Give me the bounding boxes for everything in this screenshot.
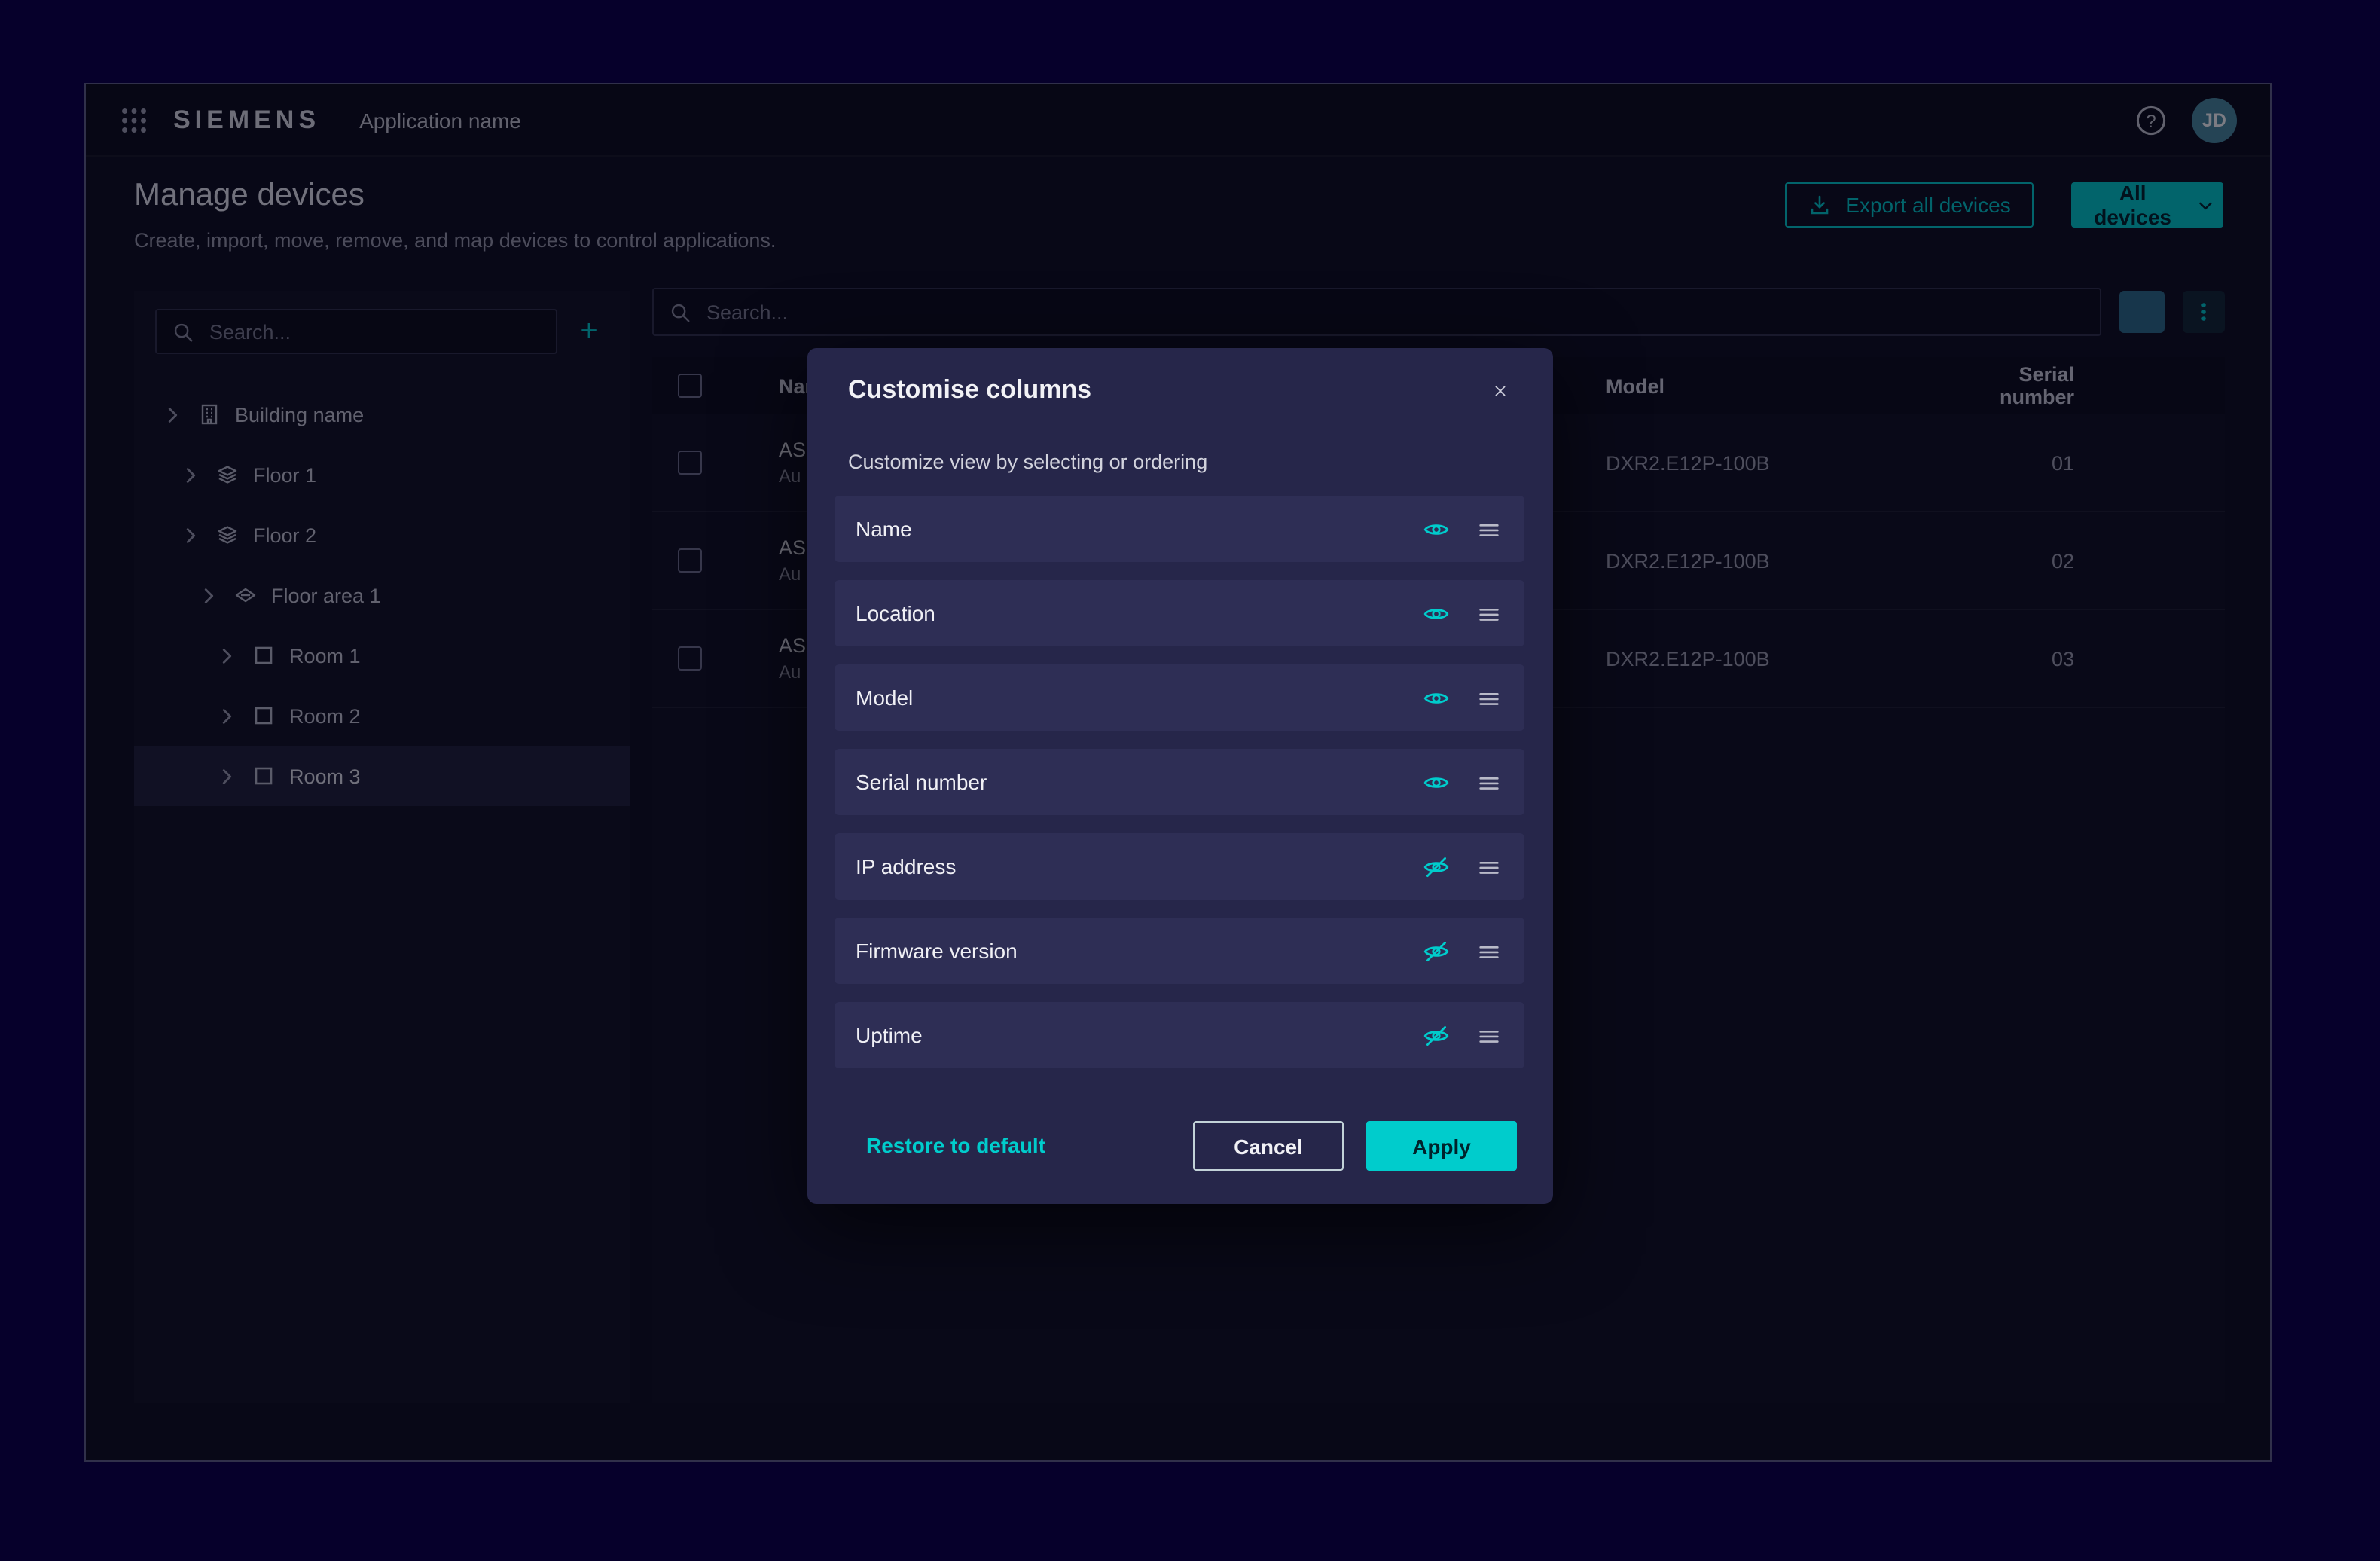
drag-handle-icon[interactable] — [1473, 514, 1503, 544]
column-item-firmware-version[interactable]: Firmware version — [835, 918, 1524, 984]
column-label: Uptime — [856, 1023, 1417, 1047]
drag-handle-icon[interactable] — [1473, 598, 1503, 628]
eye-icon[interactable] — [1417, 680, 1454, 716]
drag-handle-icon[interactable] — [1473, 936, 1503, 966]
column-list: Name Location Model Serial number IP address… — [835, 496, 1524, 1086]
column-label: Serial number — [856, 770, 1417, 794]
column-label: IP address — [856, 854, 1417, 878]
eye-icon[interactable] — [1417, 764, 1454, 800]
cancel-button[interactable]: Cancel — [1193, 1121, 1344, 1171]
close-icon — [1493, 379, 1508, 402]
dialog-subtitle: Customize view by selecting or ordering — [848, 451, 1207, 473]
eye-off-icon[interactable] — [1417, 1017, 1454, 1053]
column-item-name[interactable]: Name — [835, 496, 1524, 562]
eye-off-icon[interactable] — [1417, 933, 1454, 969]
eye-off-icon[interactable] — [1417, 848, 1454, 884]
drag-handle-icon[interactable] — [1473, 767, 1503, 797]
app-window: SIEMENS Application name ? JD Manage dev… — [84, 83, 2272, 1462]
screen: SIEMENS Application name ? JD Manage dev… — [0, 0, 2380, 1561]
column-label: Firmware version — [856, 939, 1417, 963]
column-item-serial-number[interactable]: Serial number — [835, 749, 1524, 815]
eye-icon[interactable] — [1417, 595, 1454, 631]
column-label: Location — [856, 601, 1417, 625]
column-item-location[interactable]: Location — [835, 580, 1524, 646]
column-label: Name — [856, 517, 1417, 541]
restore-default-button[interactable]: Restore to default — [866, 1133, 1045, 1157]
close-button[interactable] — [1484, 374, 1517, 407]
column-item-uptime[interactable]: Uptime — [835, 1002, 1524, 1068]
dialog-title: Customise columns — [848, 375, 1091, 405]
drag-handle-icon[interactable] — [1473, 851, 1503, 881]
column-item-ip-address[interactable]: IP address — [835, 833, 1524, 900]
drag-handle-icon[interactable] — [1473, 683, 1503, 713]
apply-button[interactable]: Apply — [1366, 1121, 1517, 1171]
drag-handle-icon[interactable] — [1473, 1020, 1503, 1050]
column-label: Model — [856, 686, 1417, 710]
column-item-model[interactable]: Model — [835, 664, 1524, 731]
eye-icon[interactable] — [1417, 511, 1454, 547]
customise-columns-dialog: Customise columns Customize view by sele… — [807, 348, 1553, 1204]
